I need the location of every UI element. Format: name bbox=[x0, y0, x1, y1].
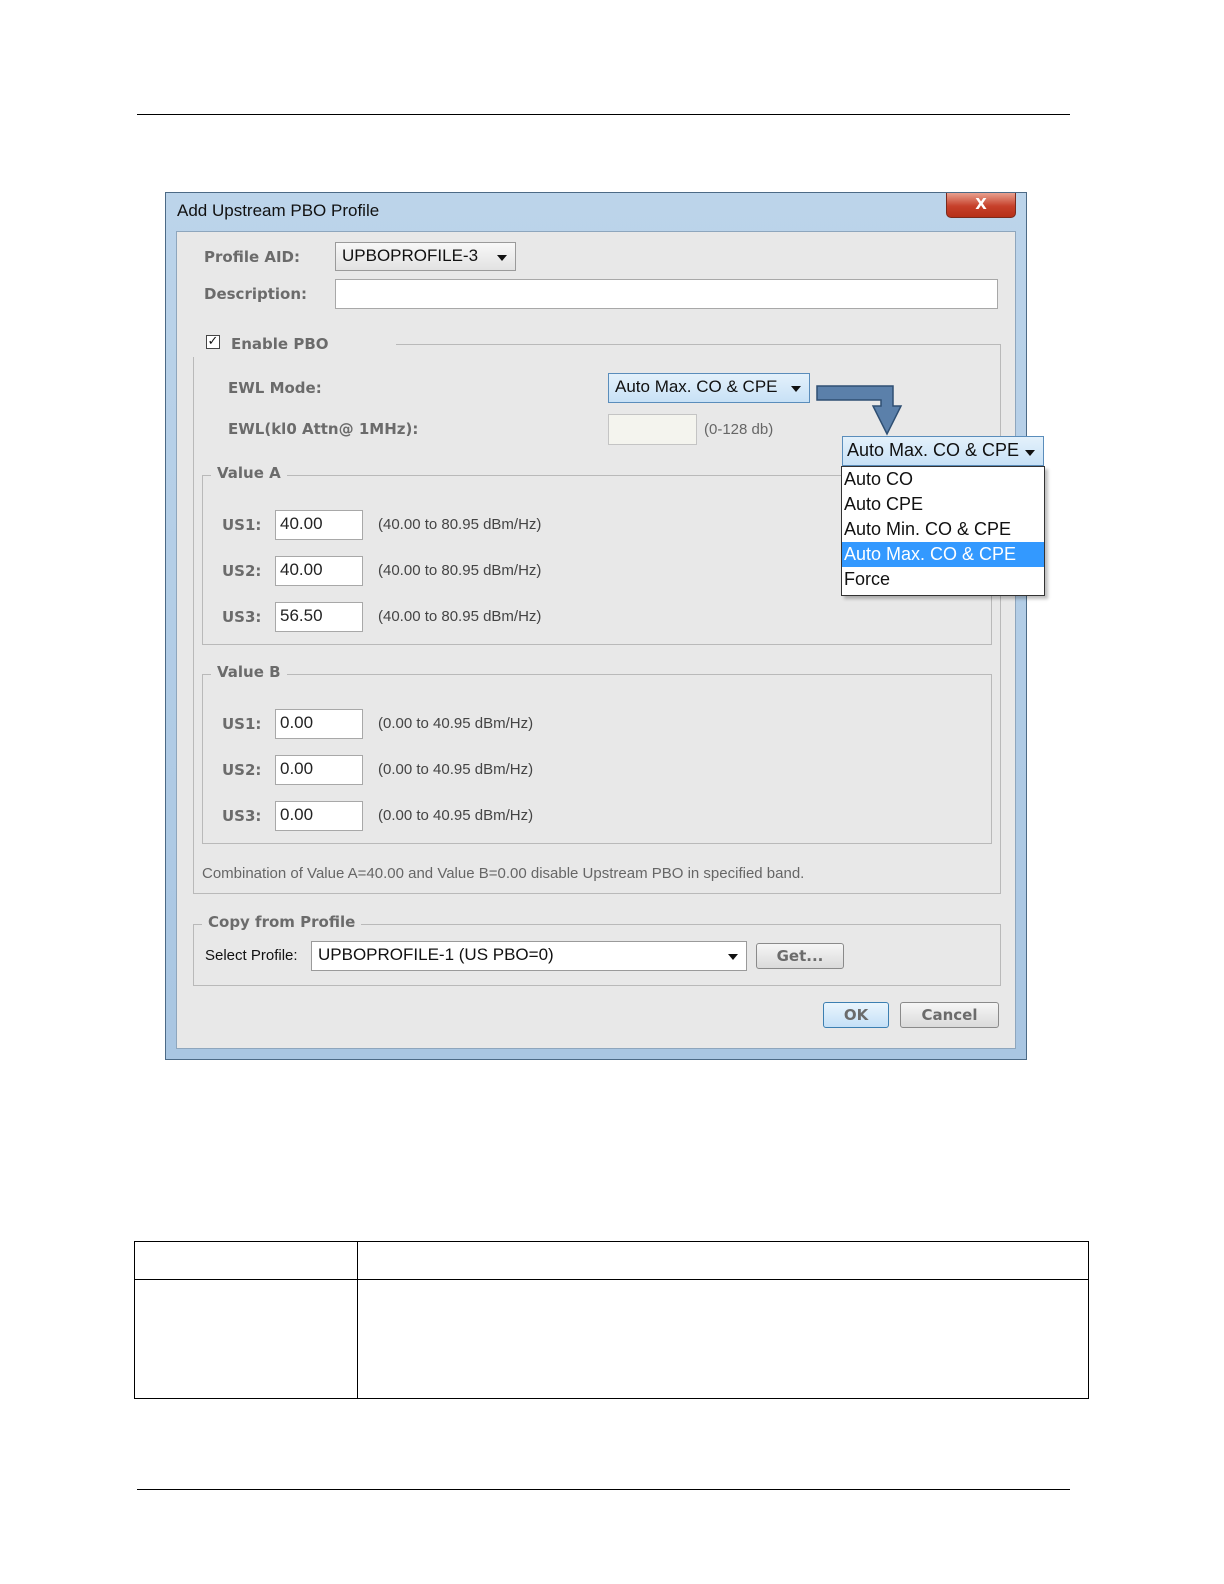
ewl-mode-select[interactable]: Auto Max. CO & CPE bbox=[608, 373, 810, 403]
ewl-mode-options-list: Auto CO Auto CPE Auto Min. CO & CPE Auto… bbox=[841, 466, 1045, 596]
profile-aid-select[interactable]: UPBOPROFILE-3 bbox=[335, 242, 516, 271]
ewl-attn-label: EWL(kl0 Attn@ 1MHz): bbox=[228, 420, 419, 438]
value-b-us3-range: (0.00 to 40.95 dBm/Hz) bbox=[378, 807, 534, 824]
close-icon: X bbox=[975, 195, 987, 213]
pbo-note: Combination of Value A=40.00 and Value B… bbox=[202, 865, 805, 882]
callout-arrow-icon bbox=[816, 385, 903, 436]
table-cell bbox=[134, 1241, 358, 1280]
cancel-button[interactable]: Cancel bbox=[900, 1002, 999, 1028]
select-profile-dropdown[interactable]: UPBOPROFILE-1 (US PBO=0) bbox=[311, 941, 747, 971]
table-row bbox=[134, 1279, 1089, 1399]
titlebar: Add Upstream PBO Profile X bbox=[166, 193, 1026, 229]
dialog-client-area: Profile AID: UPBOPROFILE-3 Description: … bbox=[176, 231, 1016, 1049]
profile-aid-value: UPBOPROFILE-3 bbox=[342, 246, 479, 265]
page-bottom-rule bbox=[137, 1489, 1070, 1490]
value-b-us1-range: (0.00 to 40.95 dBm/Hz) bbox=[378, 715, 534, 732]
value-b-title: Value B bbox=[211, 663, 287, 681]
select-profile-label: Select Profile: bbox=[205, 947, 298, 964]
value-b-us3-label: US3: bbox=[222, 807, 262, 825]
enable-pbo-checkbox[interactable]: ✓ bbox=[206, 335, 220, 349]
ewl-mode-option-auto-max[interactable]: Auto Max. CO & CPE bbox=[842, 542, 1044, 567]
ewl-mode-option-auto-co[interactable]: Auto CO bbox=[842, 467, 1044, 492]
description-table bbox=[134, 1241, 1089, 1399]
table-cell bbox=[357, 1279, 1089, 1399]
enable-pbo-header: ✓ Enable PBO bbox=[193, 331, 396, 357]
value-a-us2-label: US2: bbox=[222, 562, 262, 580]
callout-arrow-shape bbox=[816, 385, 903, 436]
select-profile-value: UPBOPROFILE-1 (US PBO=0) bbox=[318, 945, 554, 964]
value-a-us2-range: (40.00 to 80.95 dBm/Hz) bbox=[378, 562, 542, 579]
dialog-title: Add Upstream PBO Profile bbox=[177, 201, 380, 220]
chevron-down-icon bbox=[791, 386, 801, 392]
copy-from-profile-title: Copy from Profile bbox=[202, 913, 362, 931]
add-upstream-pbo-profile-dialog: Add Upstream PBO Profile X Profile AID: … bbox=[165, 192, 1027, 1060]
value-a-us3-input[interactable]: 56.50 bbox=[275, 602, 363, 632]
table-cell bbox=[357, 1241, 1089, 1280]
table-cell bbox=[134, 1279, 358, 1399]
page-top-rule bbox=[137, 114, 1070, 115]
ewl-mode-label: EWL Mode: bbox=[228, 379, 322, 397]
description-input[interactable] bbox=[335, 279, 998, 309]
ok-button[interactable]: OK bbox=[823, 1002, 889, 1028]
value-b-us2-range: (0.00 to 40.95 dBm/Hz) bbox=[378, 761, 534, 778]
ewl-mode-expanded-value: Auto Max. CO & CPE bbox=[847, 440, 1020, 460]
ewl-attn-input[interactable] bbox=[608, 414, 697, 445]
value-a-us1-label: US1: bbox=[222, 516, 262, 534]
chevron-down-icon bbox=[728, 954, 738, 960]
close-button[interactable]: X bbox=[946, 193, 1016, 218]
ewl-mode-option-auto-cpe[interactable]: Auto CPE bbox=[842, 492, 1044, 517]
get-button[interactable]: Get... bbox=[756, 943, 844, 969]
value-b-us1-input[interactable]: 0.00 bbox=[275, 709, 363, 739]
value-a-us2-input[interactable]: 40.00 bbox=[275, 556, 363, 586]
value-a-us3-range: (40.00 to 80.95 dBm/Hz) bbox=[378, 608, 542, 625]
enable-pbo-label: Enable PBO bbox=[231, 335, 329, 353]
value-b-us3-input[interactable]: 0.00 bbox=[275, 801, 363, 831]
value-b-group: Value B US1: 0.00 (0.00 to 40.95 dBm/Hz)… bbox=[202, 663, 992, 844]
copy-from-profile-group: Copy from Profile Select Profile: UPBOPR… bbox=[193, 913, 1001, 986]
value-b-us2-input[interactable]: 0.00 bbox=[275, 755, 363, 785]
chevron-down-icon bbox=[497, 255, 507, 261]
value-a-title: Value A bbox=[211, 464, 287, 482]
value-a-us1-input[interactable]: 40.00 bbox=[275, 510, 363, 540]
value-b-us2-label: US2: bbox=[222, 761, 262, 779]
chevron-down-icon bbox=[1025, 450, 1035, 456]
description-label: Description: bbox=[204, 285, 308, 303]
value-a-us3-label: US3: bbox=[222, 608, 262, 626]
ewl-mode-option-force[interactable]: Force bbox=[842, 567, 1044, 592]
value-a-us1-range: (40.00 to 80.95 dBm/Hz) bbox=[378, 516, 542, 533]
profile-aid-label: Profile AID: bbox=[204, 248, 300, 266]
ewl-mode-option-auto-min[interactable]: Auto Min. CO & CPE bbox=[842, 517, 1044, 542]
ewl-attn-range: (0-128 db) bbox=[704, 421, 774, 438]
value-b-us1-label: US1: bbox=[222, 715, 262, 733]
ewl-mode-expanded-select[interactable]: Auto Max. CO & CPE bbox=[842, 436, 1044, 466]
ewl-mode-value: Auto Max. CO & CPE bbox=[615, 377, 778, 396]
table-header-row bbox=[134, 1241, 1089, 1280]
